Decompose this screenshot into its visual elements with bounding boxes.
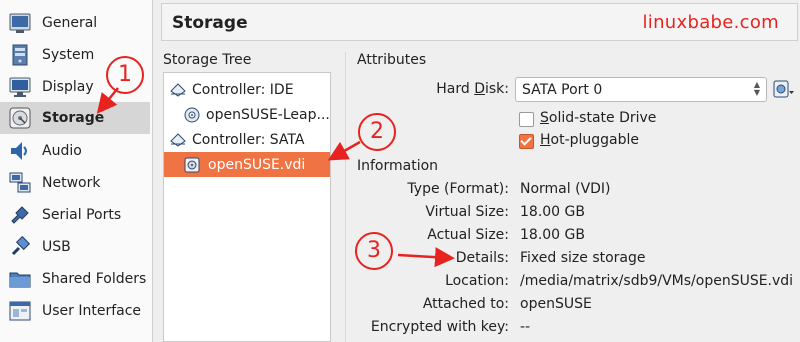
arrow-2 [327, 140, 361, 161]
annotation-badge-3: 3 [355, 232, 393, 270]
annotation-badge-2: 2 [358, 113, 396, 151]
annotation-arrows [96, 87, 455, 268]
arrow-3 [397, 247, 455, 268]
annotation-badge-1: 1 [106, 56, 144, 94]
